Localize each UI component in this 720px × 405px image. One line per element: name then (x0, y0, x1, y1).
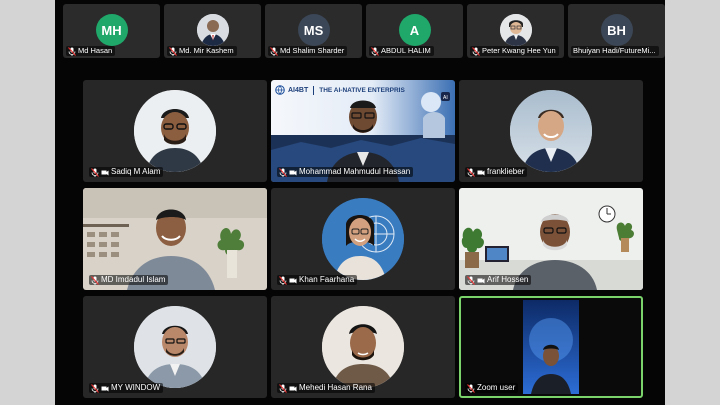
participant-name-label: Mehedi Hasan Rana (277, 383, 375, 393)
mic-muted-icon (371, 46, 379, 56)
avatar (499, 14, 532, 46)
video-off-icon (477, 170, 485, 175)
meeting-gallery-view: MH Md Hasan Md. Mir Kashem MS Md Shalim … (55, 0, 665, 405)
strip-tile-abdul-halim[interactable]: A ABDUL HALIM (366, 4, 463, 58)
mic-muted-icon (279, 275, 287, 285)
participant-name-label: Sadiq M Alam (89, 167, 164, 177)
mic-muted-icon (467, 167, 475, 177)
participant-name-label: Arif Hossen (465, 275, 532, 285)
video-off-icon (101, 386, 109, 391)
video-tile-mahmudul-hassan[interactable]: AI AI4BT THE AI-NATIVE ENTERPRIS Mohamma… (271, 80, 455, 182)
participant-name: Khan Faarhana (299, 275, 355, 284)
strip-tile-mir-kashem[interactable]: Md. Mir Kashem (164, 4, 261, 58)
strip-tile-md-hasan[interactable]: MH Md Hasan (63, 4, 160, 58)
avatar: MS (297, 14, 330, 46)
mic-muted-icon (279, 383, 287, 393)
avatar: MH (95, 14, 128, 46)
participant-name: Sadiq M Alam (111, 167, 161, 176)
participant-name-label: Md. Mir Kashem (167, 46, 237, 56)
participant-name: Arif Hossen (487, 275, 529, 284)
video-tile-khan-faarhana[interactable]: Khan Faarhana (271, 188, 455, 290)
mic-muted-icon (467, 275, 475, 285)
participant-name: franklieber (487, 167, 525, 176)
video-off-icon (289, 386, 297, 391)
strip-tile-shalim-sharder[interactable]: MS Md Shalim Sharder (265, 4, 362, 58)
participant-video (510, 90, 592, 172)
participant-name-label: Zoom user (465, 383, 519, 393)
participant-name-label: Peter Kwang Hee Yun (470, 46, 559, 56)
mic-muted-icon (472, 46, 480, 56)
participant-name-label: Bhuiyan Hadi/FutureMi... (571, 46, 659, 56)
banner-divider (313, 85, 315, 95)
strip-tile-bhuiyan-hadi[interactable]: BH Bhuiyan Hadi/FutureMi... (568, 4, 665, 58)
avatar (196, 14, 229, 46)
video-tile-imdadul-islam[interactable]: MD Imdadul Islam (83, 188, 267, 290)
participant-name: Bhuiyan Hadi/FutureMi... (573, 46, 656, 55)
participant-name: ABDUL HALIM (381, 46, 431, 55)
participant-name: Mohammad Mahmudul Hassan (299, 167, 411, 176)
mic-muted-icon (68, 46, 76, 56)
participant-video (523, 300, 579, 394)
participant-video (134, 90, 216, 172)
participant-name-label: MD Imdadul Islam (89, 275, 169, 285)
participant-name-label: Mohammad Mahmudul Hassan (277, 167, 414, 177)
mic-muted-icon (91, 275, 99, 285)
mic-muted-icon (169, 46, 177, 56)
video-tile-mehedi-hasan-rana[interactable]: Mehedi Hasan Rana (271, 296, 455, 398)
video-tile-zoom-user-active-speaker[interactable]: Zoom user (459, 296, 643, 398)
mic-muted-icon (91, 167, 99, 177)
participant-name: Md Hasan (78, 46, 113, 55)
mic-muted-icon (91, 383, 99, 393)
participant-name-label: MY WINDOW (89, 383, 164, 393)
participant-name: Peter Kwang Hee Yun (482, 46, 556, 55)
globe-logo-icon (275, 85, 285, 95)
participant-video (134, 306, 216, 388)
mic-muted-icon (279, 167, 287, 177)
mic-muted-icon (467, 383, 475, 393)
participant-video (322, 198, 404, 280)
video-tile-franklieber[interactable]: franklieber (459, 80, 643, 182)
mic-muted-icon (270, 46, 278, 56)
avatar: BH (600, 14, 633, 46)
strip-tile-peter-yun[interactable]: Peter Kwang Hee Yun (467, 4, 564, 58)
video-tile-my-window[interactable]: MY WINDOW (83, 296, 267, 398)
video-off-icon (289, 170, 297, 175)
participant-name-label: Khan Faarhana (277, 275, 358, 285)
video-off-icon (289, 278, 297, 283)
avatar: A (398, 14, 431, 46)
participant-name-label: Md Shalim Sharder (268, 46, 348, 56)
event-title: THE AI-NATIVE ENTERPRIS (319, 86, 405, 94)
video-tile-sadiq-m-alam[interactable]: Sadiq M Alam (83, 80, 267, 182)
participant-name: Mehedi Hasan Rana (299, 383, 372, 392)
right-margin (665, 0, 720, 405)
participant-name: Md Shalim Sharder (280, 46, 345, 55)
participant-name-label: franklieber (465, 167, 528, 177)
video-off-icon (101, 170, 109, 175)
participant-name: Zoom user (477, 383, 516, 392)
participant-name: MY WINDOW (111, 383, 161, 392)
svg-text:AI: AI (443, 95, 448, 101)
video-off-icon (477, 278, 485, 283)
participant-video (322, 306, 404, 388)
event-logo-text: AI4BT (288, 86, 309, 94)
participant-name-label: ABDUL HALIM (369, 46, 434, 56)
video-tile-arif-hossen[interactable]: Arif Hossen (459, 188, 643, 290)
left-margin (0, 0, 55, 405)
event-banner: AI4BT THE AI-NATIVE ENTERPRIS (275, 85, 405, 95)
participant-name-label: Md Hasan (66, 46, 116, 56)
participant-name: Md. Mir Kashem (179, 46, 234, 55)
participant-name: MD Imdadul Islam (101, 275, 166, 284)
